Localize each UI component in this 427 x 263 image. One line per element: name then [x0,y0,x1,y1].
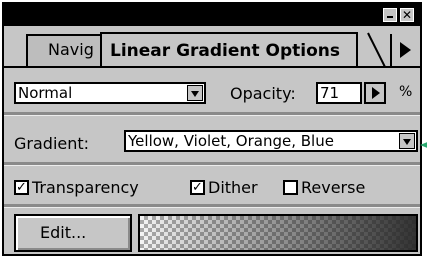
section-divider [4,162,420,166]
reverse-checkbox[interactable] [283,180,298,195]
gradient-value: Yellow, Violet, Orange, Blue [128,132,334,150]
gradient-preview-bar [138,214,418,252]
reverse-label[interactable]: Reverse [301,178,365,197]
gradient-label: Gradient: [14,134,90,153]
palette-title-bar[interactable]: ✕ [4,4,420,26]
palette-tab-row: Navig Linear Gradient Options [4,26,420,68]
palette-menu-arrow-icon[interactable] [390,34,420,66]
tab-navigator[interactable]: Navig [26,34,106,66]
opacity-unit: % [399,84,413,100]
gradient-options-palette: ✕ Navig Linear Gradient Options Normal O… [2,2,427,256]
section-divider [4,112,420,116]
opacity-input[interactable]: 71 [316,82,362,104]
blend-mode-value: Normal [18,84,73,102]
gradient-select[interactable]: Yellow, Violet, Orange, Blue [124,130,418,152]
opacity-label: Opacity: [230,84,296,103]
opacity-slider-arrow-icon[interactable] [364,82,386,104]
chevron-down-icon[interactable] [187,85,203,101]
tab-row-baseline [4,66,420,68]
chevron-down-icon[interactable] [399,133,415,149]
tab-edge [360,32,386,68]
edit-gradient-button[interactable]: Edit... [14,214,132,252]
transparency-checkbox[interactable]: ✓ [14,180,29,195]
dither-label[interactable]: Dither [208,178,258,197]
pointer-marker-icon [420,141,427,149]
transparency-label[interactable]: Transparency [32,178,139,197]
section-divider [4,204,420,208]
close-icon[interactable]: ✕ [400,8,414,22]
minimize-icon[interactable] [383,8,397,22]
blend-mode-select[interactable]: Normal [14,82,206,104]
dither-checkbox[interactable]: ✓ [190,180,205,195]
tab-linear-gradient-options[interactable]: Linear Gradient Options [100,32,359,68]
